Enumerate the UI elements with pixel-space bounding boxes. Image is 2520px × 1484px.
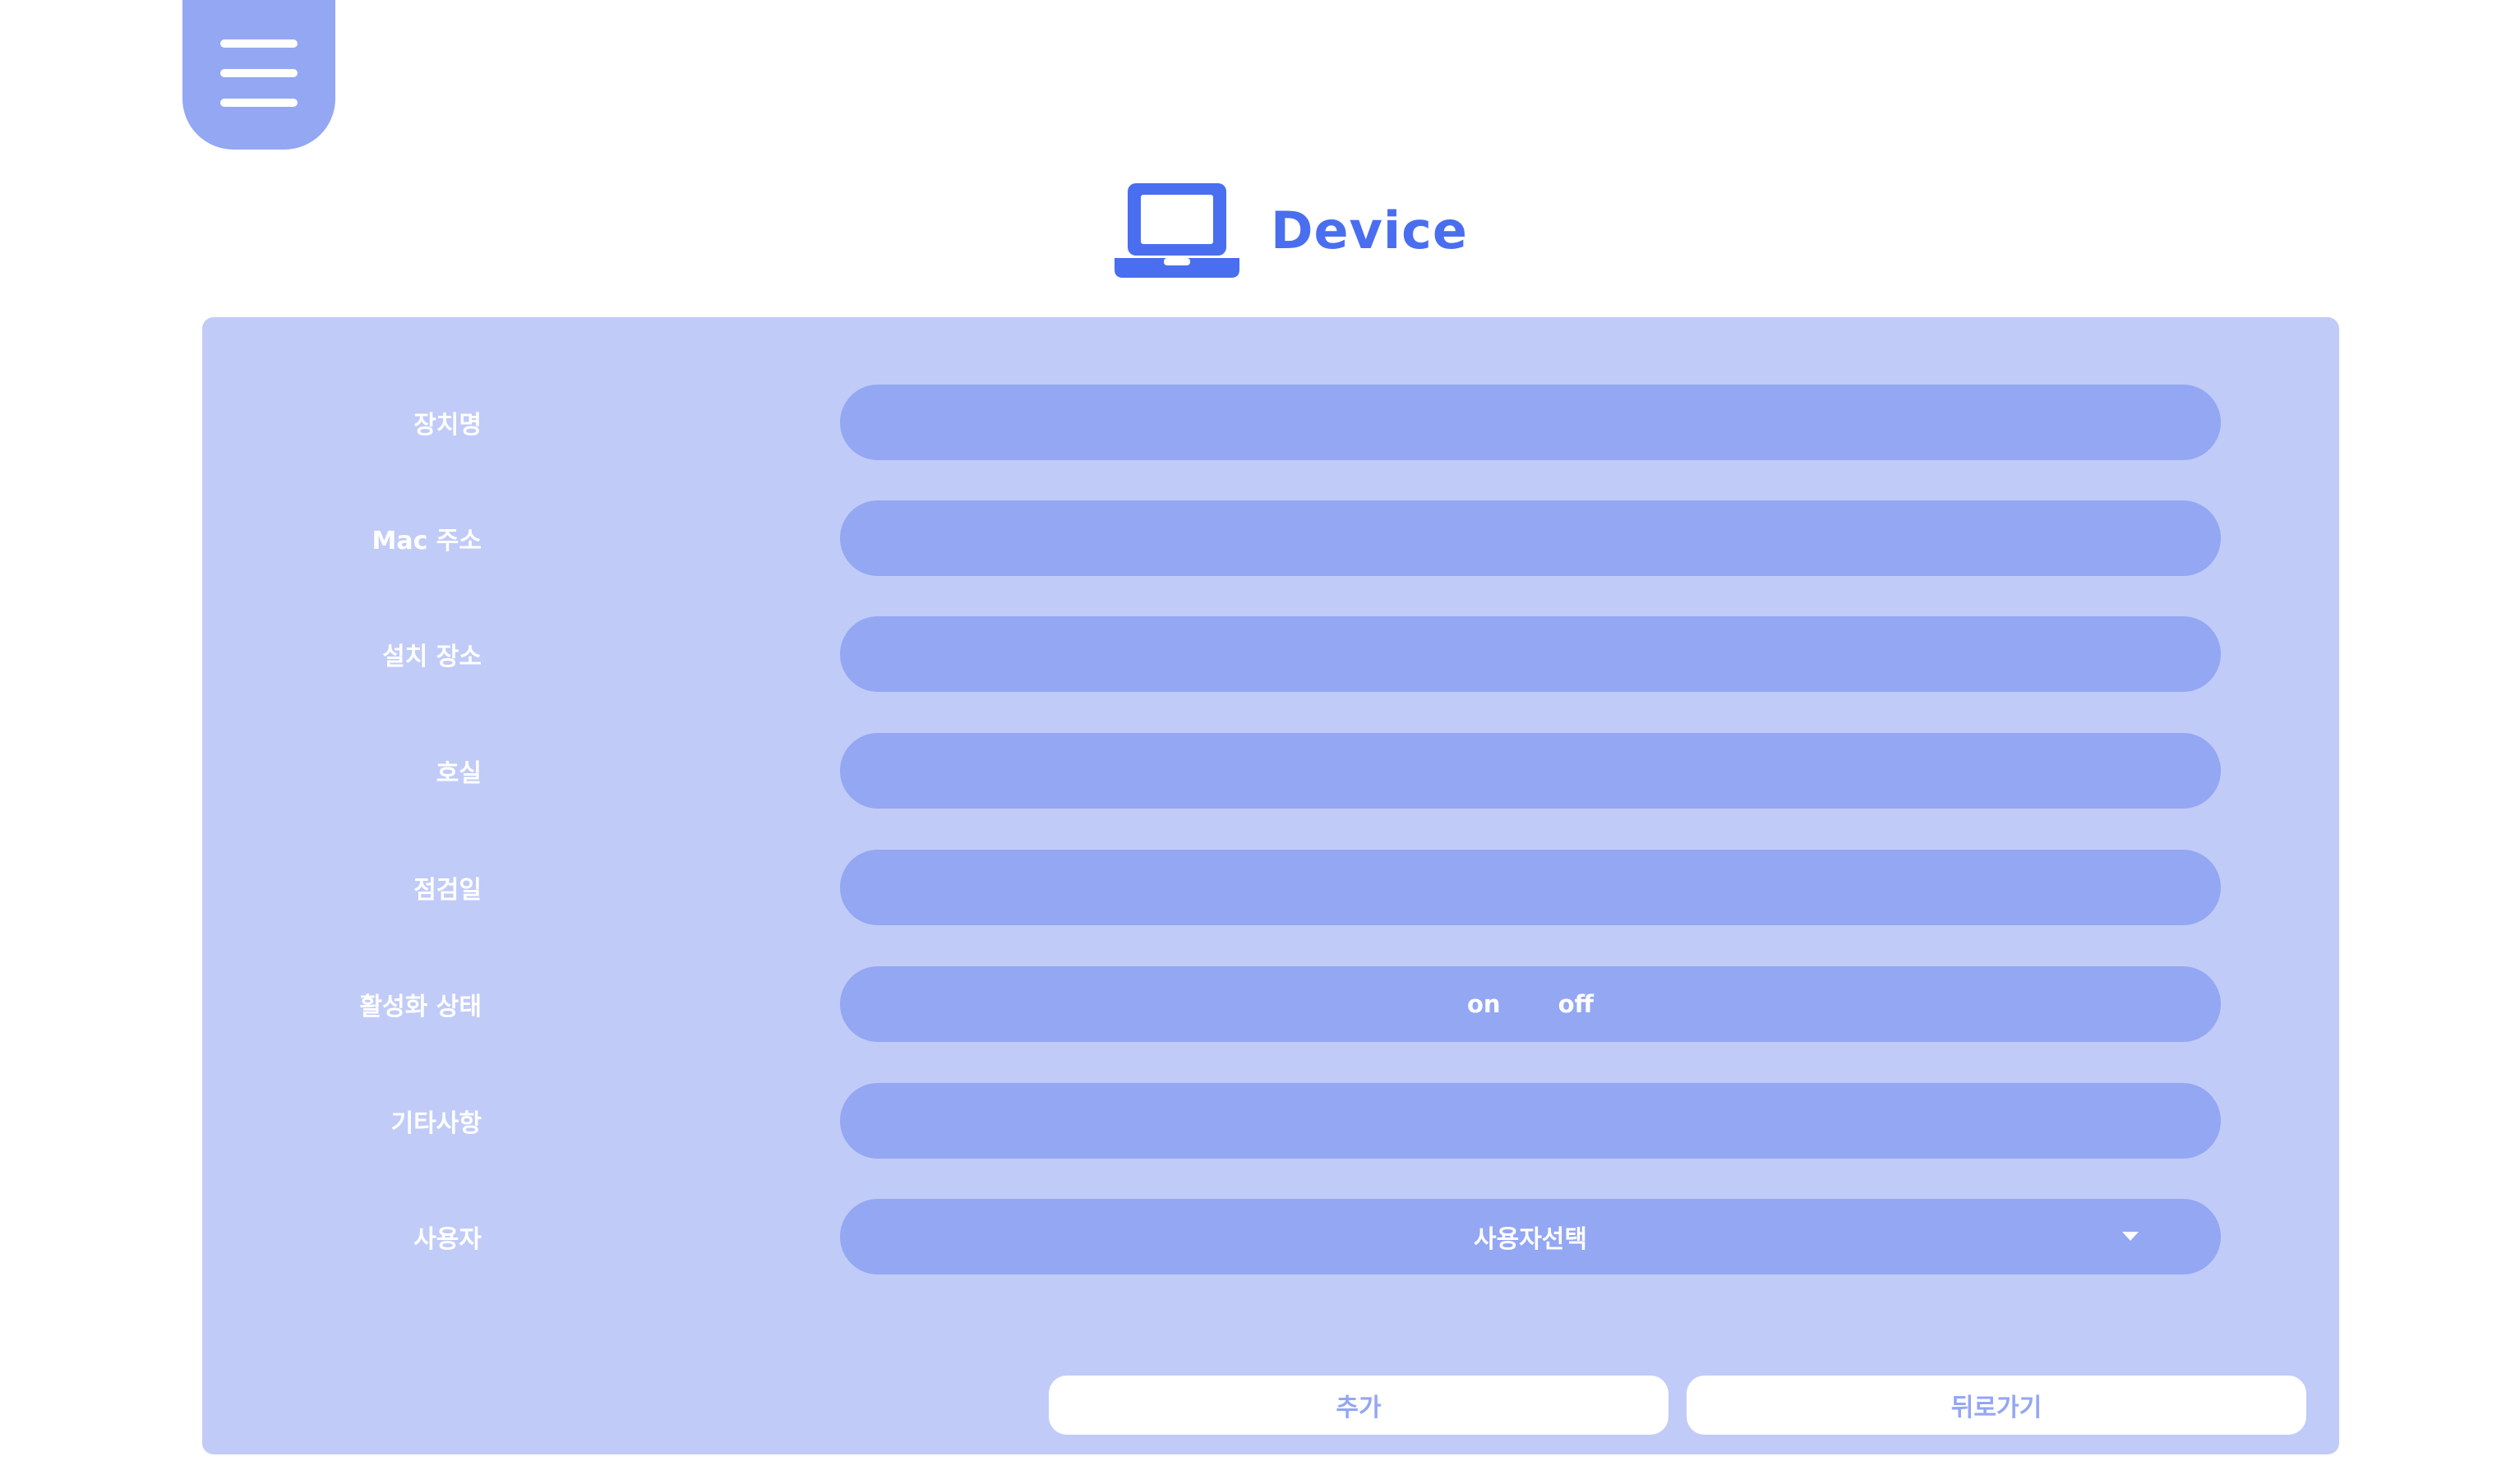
menu-bar <box>220 39 298 48</box>
add-button[interactable]: 추가 <box>1049 1376 1668 1435</box>
room-label: 호실 <box>436 759 482 788</box>
page-title: Device <box>1271 200 1468 260</box>
hamburger-menu-button[interactable] <box>182 0 335 150</box>
mac-address-input[interactable] <box>840 500 2221 576</box>
status-toggle: on off <box>840 966 2221 1042</box>
status-off-option[interactable]: off <box>1558 990 1594 1018</box>
status-on-option[interactable]: on <box>1467 990 1501 1018</box>
inspection-date-label: 점검일 <box>413 876 482 905</box>
menu-bar <box>220 99 298 107</box>
device-name-label: 장치명 <box>413 411 482 440</box>
location-row: 설치 장소 <box>202 616 2339 692</box>
user-row: 사용자 사용자선택 <box>202 1199 2339 1274</box>
user-label: 사용자 <box>413 1225 482 1254</box>
mac-address-label: Mac 주소 <box>372 527 482 555</box>
device-form-panel: 장치명 Mac 주소 설치 장소 호실 점검일 활성화 상태 on off 기타… <box>202 317 2339 1454</box>
inspection-date-row: 점검일 <box>202 850 2339 925</box>
room-input[interactable] <box>840 733 2221 809</box>
menu-bar <box>220 69 298 77</box>
status-label: 활성화 상태 <box>359 993 482 1021</box>
back-button[interactable]: 뒤로가기 <box>1687 1376 2306 1435</box>
page-header: Device <box>1115 179 1468 281</box>
device-name-input[interactable] <box>840 385 2221 460</box>
inspection-date-input[interactable] <box>840 850 2221 925</box>
notes-row: 기타사항 <box>202 1083 2339 1159</box>
notes-input[interactable] <box>840 1083 2221 1159</box>
location-input[interactable] <box>840 616 2221 692</box>
device-name-row: 장치명 <box>202 385 2339 460</box>
status-row: 활성화 상태 on off <box>202 966 2339 1042</box>
mac-address-row: Mac 주소 <box>202 500 2339 576</box>
user-select-value: 사용자선택 <box>1474 1225 1587 1254</box>
location-label: 설치 장소 <box>382 643 482 671</box>
user-select[interactable]: 사용자선택 <box>840 1199 2221 1274</box>
room-row: 호실 <box>202 733 2339 809</box>
notes-label: 기타사항 <box>390 1109 482 1138</box>
chevron-down-icon <box>2122 1232 2139 1241</box>
laptop-icon <box>1115 183 1239 278</box>
